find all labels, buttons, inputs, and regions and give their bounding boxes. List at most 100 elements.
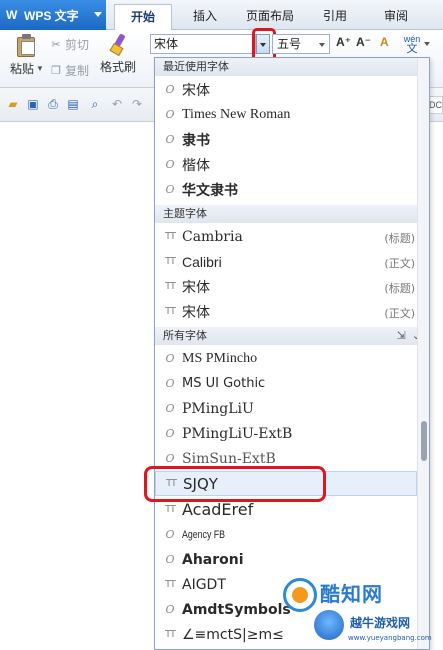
tab-page-layout[interactable]: 页面布局 [238,4,302,30]
shrink-font-button[interactable]: A⁻ [356,35,371,49]
watermark-url: www.yueyangbang.com [348,634,432,642]
wps-logo-icon: W [6,8,18,22]
font-item[interactable]: O Times New Roman [155,102,417,127]
paste-label: 粘贴 [10,62,35,76]
copy-button[interactable]: ❐ 复制 [50,62,89,79]
undo-icon[interactable]: ↶ [110,97,124,111]
truetype-font-icon: TT [164,306,176,317]
paintbrush-icon [108,33,128,57]
tab-review[interactable]: 审阅 [368,4,424,30]
phonetic-guide-button[interactable]: wén 文 [400,34,430,56]
all-fonts-label: 所有字体 [163,329,207,342]
font-item-label: MS UI Gothic [182,376,266,391]
tab-references[interactable]: 引用 [310,4,360,30]
font-item-label: AcadEref [182,500,254,519]
dropdown-scrollbar[interactable] [417,58,429,649]
print-preview-icon[interactable]: ⎙ [46,97,60,111]
opentype-font-icon: O [165,108,175,121]
font-size-value: 五号 [277,37,302,51]
opentype-font-icon: O [165,452,175,465]
scissors-icon: ✂ [51,38,61,51]
document-tab-edge[interactable]: DC [428,96,443,114]
font-item-label: 楷体 [182,157,210,174]
font-item-label: Calibri [182,253,222,270]
font-item[interactable]: TT 宋体 (正文) [155,299,417,324]
truetype-font-icon: TT [164,504,176,515]
tab-insert[interactable]: 插入 [180,4,230,30]
watermark-logo-icon [283,578,317,612]
font-item-label: SimSun-ExtB [182,450,276,467]
app-name: WPS 文字 [24,8,79,23]
font-item[interactable]: O Agency FB [155,522,417,547]
phonetic-char-label: 文 [406,43,418,55]
font-item[interactable]: O MS UI Gothic [155,371,417,396]
font-item[interactable]: O 宋体 [155,77,417,102]
font-item-label: 隶书 [182,132,210,149]
font-item[interactable]: O 隶书 [155,127,417,152]
open-folder-icon[interactable]: ▰ [6,97,20,111]
font-item[interactable]: TT Cambria (标题) [155,224,417,249]
clipboard-icon [16,34,38,58]
chevron-down-icon [94,12,102,17]
print-icon[interactable]: ⌕ [88,97,102,111]
opentype-font-icon: O [165,133,175,146]
title-tab-bar: W WPS 文字 开始 插入 页面布局 引用 审阅 [0,0,443,30]
grow-font-button[interactable]: A⁺ [336,35,351,49]
recent-fonts-header: 最近使用字体 [155,58,429,76]
font-item-label: AIGDT [182,576,226,593]
opentype-font-icon: O [165,183,175,196]
font-role-tag: (标题) [384,282,415,295]
opentype-font-icon: O [165,83,175,96]
redo-icon[interactable]: ↷ [130,97,144,111]
font-item-label: ∠≡mctS|≥m≤ [182,626,284,643]
font-size-select[interactable]: 五号 [272,34,330,54]
font-item-label: Times New Roman [182,106,291,122]
font-item[interactable]: TT 宋体 (标题) [155,274,417,299]
opentype-font-icon: O [165,528,175,541]
font-item[interactable]: O 楷体 [155,152,417,177]
format-painter-button[interactable]: 格式刷 [100,33,137,75]
cut-button[interactable]: ✂ 剪切 [50,36,89,53]
wps-app-menu-button[interactable]: W WPS 文字 [0,0,106,30]
paste-button[interactable]: 粘贴 ▼ [10,34,44,77]
truetype-font-icon: TT [164,579,176,590]
font-item[interactable]: TT Calibri (正文) [155,249,417,274]
export-pdf-icon[interactable]: ▤ [66,97,80,111]
watermark-site-logo-icon [314,610,344,640]
theme-fonts-header: 主题字体 [155,205,429,223]
all-fonts-header: 所有字体 ⇲ ⌄ [155,327,429,345]
tab-home[interactable]: 开始 [114,4,172,30]
truetype-font-icon: TT [164,231,176,242]
chevron-down-icon [319,43,325,47]
opentype-font-icon: O [165,427,175,440]
font-item[interactable]: O Aharoni [155,547,417,572]
pin-icon[interactable]: ⇲ [397,330,406,342]
font-item-label: Cambria [182,228,243,245]
opentype-font-icon: O [165,377,175,390]
watermark-site-name: 越牛游戏网 [350,616,411,630]
font-item-label: Aharoni [182,551,244,568]
font-item-label: 宋体 [182,304,210,321]
format-painter-label: 格式刷 [100,60,137,74]
font-item-label: 华文隶书 [182,182,238,199]
font-name-select[interactable]: 宋体 [150,34,256,54]
font-item-label: 宋体 [182,82,210,99]
clear-format-button[interactable]: A [380,35,389,49]
opentype-font-icon: O [165,352,175,365]
copy-icon: ❐ [51,64,61,77]
document-area[interactable] [0,122,154,650]
font-item[interactable]: O 华文隶书 [155,177,417,202]
scrollbar-thumb[interactable] [421,421,427,461]
opentype-font-icon: O [165,603,175,616]
font-item-label: AmdtSymbols [182,601,291,618]
font-item[interactable]: O MS PMincho [155,346,417,371]
font-item[interactable]: O PMingLiU [155,396,417,421]
opentype-font-icon: O [165,553,175,566]
save-icon[interactable]: ▣ [26,97,40,111]
truetype-font-icon: TT [164,629,176,640]
font-item[interactable]: O PMingLiU-ExtB [155,421,417,446]
font-item-label: 宋体 [182,279,210,296]
font-list-dropdown[interactable]: 最近使用字体 O 宋体 O Times New Roman O 隶书 O 楷体 … [154,57,430,650]
truetype-font-icon: TT [164,256,176,267]
font-item-label: PMingLiU [182,400,254,417]
